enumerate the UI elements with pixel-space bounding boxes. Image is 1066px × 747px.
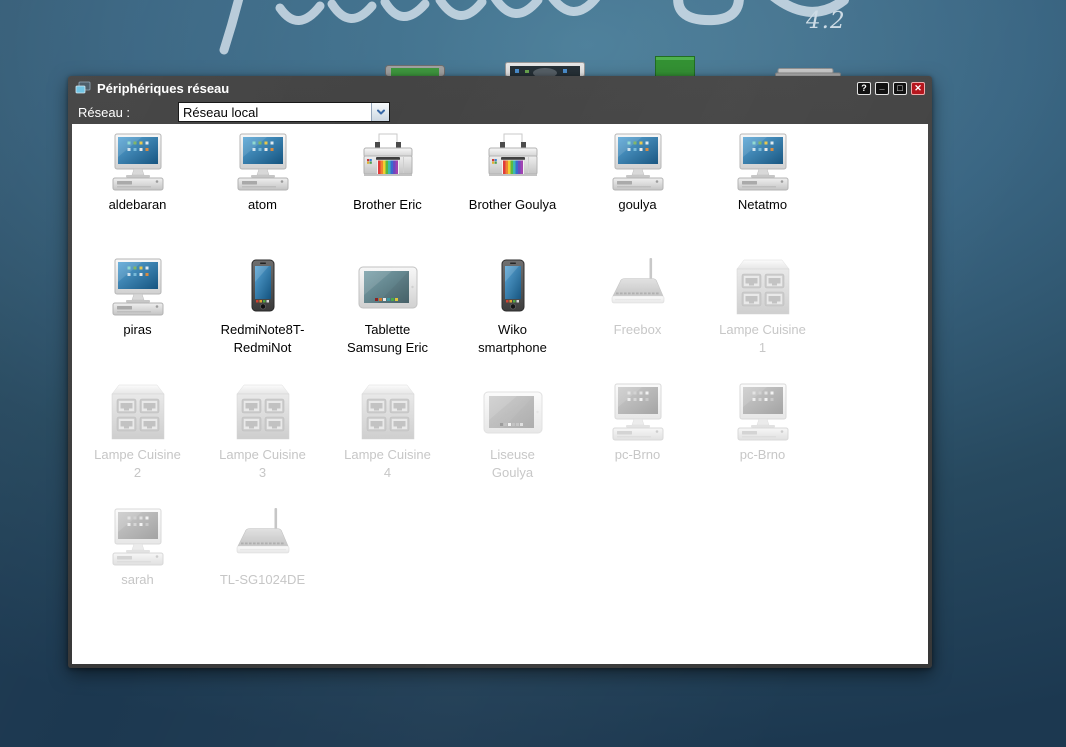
device-label: Tablette Samsung Eric [347, 321, 428, 357]
window-title: Périphériques réseau [97, 81, 229, 96]
network-devices-window: Périphériques réseau ? _ □ ✕ Réseau : Ré… [68, 76, 932, 668]
device-label: Liseuse Goulya [490, 446, 535, 482]
device-freebox[interactable]: Freebox [575, 258, 700, 383]
computer-icon [606, 133, 670, 191]
device-label: aldebaran [109, 196, 167, 214]
device-label: piras [123, 321, 151, 339]
device-wiko-smartphone[interactable]: Wiko smartphone [450, 258, 575, 383]
device-list-panel: aldebaran atom Brother Eric Brother Goul… [72, 124, 928, 664]
computer-icon [231, 133, 295, 191]
device-label: Lampe Cuisine 1 [719, 321, 806, 357]
device-lampe-cuisine-3[interactable]: Lampe Cuisine 3 [200, 383, 325, 508]
wallpaper-version: 4.2 [806, 8, 866, 34]
device-label: atom [248, 196, 277, 214]
tablet-icon [481, 383, 545, 441]
device-label: Freebox [614, 321, 662, 339]
device-brother-goulya[interactable]: Brother Goulya [450, 133, 575, 258]
device-redminote8t--redminot[interactable]: RedmiNote8T- RedmiNot [200, 258, 325, 383]
device-label: TL-SG1024DE [220, 571, 305, 589]
network-select[interactable]: Réseau local [178, 102, 390, 122]
device-pc-brno[interactable]: pc-Brno [575, 383, 700, 508]
device-label: Lampe Cuisine 4 [344, 446, 431, 482]
switch-icon [231, 383, 295, 441]
device-tl-sg1024de[interactable]: TL-SG1024DE [200, 508, 325, 633]
device-label: Netatmo [738, 196, 787, 214]
switch-icon [731, 258, 795, 316]
chevron-down-icon[interactable] [371, 103, 389, 121]
background-icon-printer[interactable] [775, 68, 841, 77]
device-liseuse-goulya[interactable]: Liseuse Goulya [450, 383, 575, 508]
background-icon-laptop[interactable] [385, 65, 445, 77]
help-button[interactable]: ? [857, 82, 871, 95]
phone-icon [481, 258, 545, 316]
switch-icon [356, 383, 420, 441]
device-label: Brother Goulya [469, 196, 556, 214]
device-lampe-cuisine-2[interactable]: Lampe Cuisine 2 [75, 383, 200, 508]
device-piras[interactable]: piras [75, 258, 200, 383]
device-label: Brother Eric [353, 196, 422, 214]
device-netatmo[interactable]: Netatmo [700, 133, 825, 258]
device-pc-brno[interactable]: pc-Brno [700, 383, 825, 508]
computer-icon [606, 383, 670, 441]
network-label: Réseau : [78, 105, 130, 120]
device-label: sarah [121, 571, 154, 589]
device-label: pc-Brno [740, 446, 786, 464]
device-label: pc-Brno [615, 446, 661, 464]
device-atom[interactable]: atom [200, 133, 325, 258]
device-grid: aldebaran atom Brother Eric Brother Goul… [72, 124, 928, 633]
printer-icon [356, 133, 420, 191]
device-lampe-cuisine-4[interactable]: Lampe Cuisine 4 [325, 383, 450, 508]
device-label: Lampe Cuisine 3 [219, 446, 306, 482]
background-icon-monitor[interactable] [505, 62, 585, 77]
minimize-button[interactable]: _ [875, 82, 889, 95]
device-label: Wiko smartphone [478, 321, 547, 357]
printer-icon [481, 133, 545, 191]
window-buttons: ? _ □ ✕ [857, 82, 925, 95]
device-label: RedmiNote8T- RedmiNot [221, 321, 305, 357]
switch-icon [106, 383, 170, 441]
device-goulya[interactable]: goulya [575, 133, 700, 258]
computer-icon [106, 258, 170, 316]
device-label: Lampe Cuisine 2 [94, 446, 181, 482]
network-toolbar: Réseau : Réseau local [68, 100, 932, 124]
device-aldebaran[interactable]: aldebaran [75, 133, 200, 258]
device-tablette-samsung-eric[interactable]: Tablette Samsung Eric [325, 258, 450, 383]
background-icon-folder[interactable] [655, 56, 695, 77]
computer-icon [731, 133, 795, 191]
router-icon [606, 258, 670, 316]
computer-icon [106, 133, 170, 191]
device-sarah[interactable]: sarah [75, 508, 200, 633]
computer-icon [106, 508, 170, 566]
titlebar[interactable]: Périphériques réseau ? _ □ ✕ [68, 76, 932, 100]
maximize-button[interactable]: □ [893, 82, 907, 95]
close-button[interactable]: ✕ [911, 82, 925, 95]
network-devices-icon [75, 81, 91, 95]
device-label: goulya [618, 196, 656, 214]
desktop-wallpaper: 4.2 Périphériques réseau ? _ □ ✕ [0, 0, 1066, 747]
device-brother-eric[interactable]: Brother Eric [325, 133, 450, 258]
computer-icon [731, 383, 795, 441]
wallpaper-logo-partial [218, 0, 866, 56]
router-icon [231, 508, 295, 566]
device-lampe-cuisine-1[interactable]: Lampe Cuisine 1 [700, 258, 825, 383]
network-select-value: Réseau local [183, 105, 258, 120]
tablet-icon [356, 258, 420, 316]
phone-icon [231, 258, 295, 316]
